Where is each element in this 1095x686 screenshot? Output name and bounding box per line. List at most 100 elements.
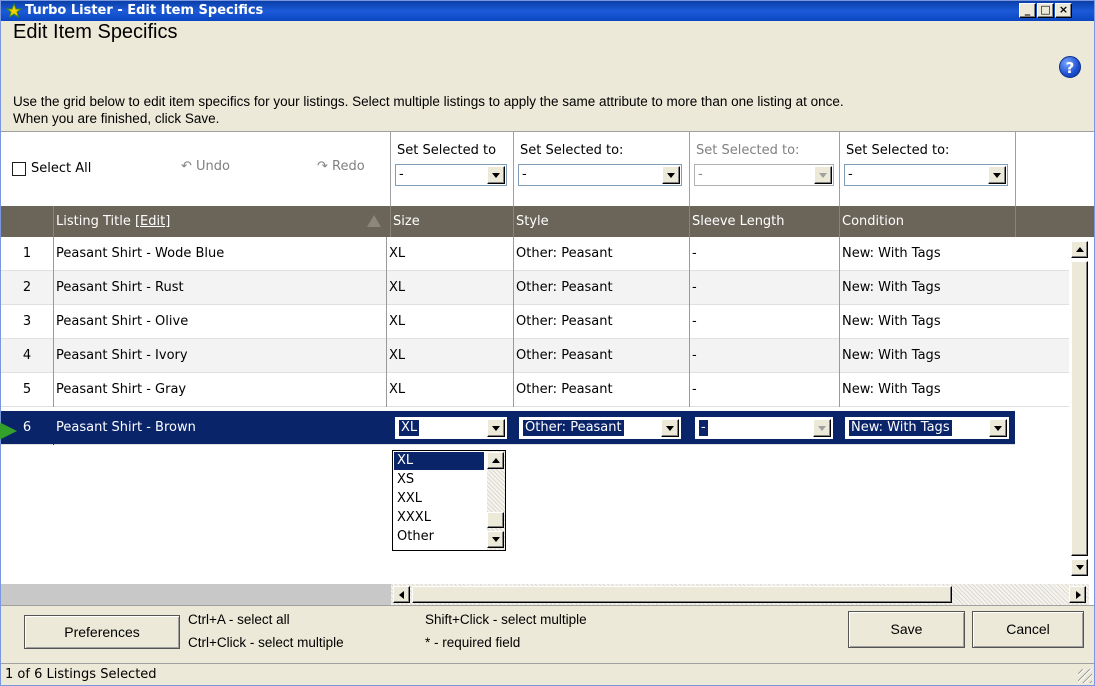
select-all-checkbox[interactable] [12, 162, 26, 176]
set-selected-sleeve: Set Selected to: - [689, 132, 839, 206]
current-row-indicator-icon [0, 422, 17, 440]
condition-cell[interactable]: New: With Tags [839, 305, 941, 339]
column-header-sleeve-length[interactable]: Sleeve Length [689, 206, 839, 237]
listing-title-cell[interactable]: Peasant Shirt - Brown [53, 411, 196, 445]
table-row[interactable]: 5 Peasant Shirt - Gray XL Other: Peasant… [1, 373, 1069, 407]
scroll-left-icon[interactable] [393, 586, 410, 603]
size-option[interactable]: XXL [394, 490, 484, 508]
column-header-title[interactable]: Listing Title [Edit] [53, 206, 390, 237]
condition-cell[interactable]: New: With Tags [839, 373, 941, 407]
sleeve-length-cell[interactable]: - [689, 271, 697, 305]
dropdown-arrow-icon[interactable] [487, 419, 505, 437]
help-icon[interactable]: ? [1059, 56, 1081, 78]
size-options-list[interactable]: XL XS XXL XXXL Other [392, 450, 506, 551]
style-cell[interactable]: Other: Peasant [513, 373, 613, 407]
listing-title-cell[interactable]: Peasant Shirt - Wode Blue [53, 237, 224, 271]
redo-label: Redo [332, 159, 365, 174]
resize-grip-icon[interactable] [1078, 669, 1092, 683]
preferences-button[interactable]: Preferences [24, 615, 180, 649]
size-edit-dropdown[interactable]: XL [395, 417, 507, 439]
required-field-hint: * - required field [425, 635, 521, 650]
column-title-label: Listing Title [56, 214, 131, 229]
redo-button[interactable]: ↷ Redo [317, 159, 365, 174]
set-selected-style-dropdown[interactable]: - [518, 164, 682, 186]
table-row-selected[interactable]: 6 Peasant Shirt - Brown XL Other: Peasan… [1, 411, 1015, 445]
horizontal-scrollbar[interactable] [391, 584, 1089, 606]
select-all-label[interactable]: Select All [31, 161, 91, 176]
cancel-button[interactable]: Cancel [972, 611, 1084, 648]
size-option[interactable]: Other [394, 528, 484, 546]
instructions: Use the grid below to edit item specific… [13, 93, 1053, 127]
horizontal-scroll-thumb[interactable] [412, 586, 952, 603]
dropdown-value: Other: Peasant [523, 420, 624, 436]
undo-button[interactable]: ↶ Undo [181, 159, 230, 174]
column-header-condition[interactable]: Condition [839, 206, 1015, 237]
style-cell[interactable]: Other: Peasant [513, 305, 613, 339]
dropdown-value: XL [399, 420, 420, 436]
listing-title-cell[interactable]: Peasant Shirt - Ivory [53, 339, 188, 373]
vertical-scroll-thumb[interactable] [1071, 261, 1088, 556]
sleeve-length-cell[interactable]: - [689, 373, 697, 407]
column-header-style[interactable]: Style [513, 206, 689, 237]
table-row[interactable]: 1 Peasant Shirt - Wode Blue XL Other: Pe… [1, 237, 1069, 271]
style-cell[interactable]: Other: Peasant [513, 237, 613, 271]
dropdown-arrow-icon[interactable] [487, 166, 505, 184]
dropdown-arrow-icon[interactable] [989, 419, 1007, 437]
sleeve-length-cell[interactable]: - [689, 237, 697, 271]
close-button[interactable]: × [1055, 3, 1072, 18]
scroll-down-icon[interactable] [1071, 559, 1088, 576]
style-edit-dropdown[interactable]: Other: Peasant [519, 417, 681, 439]
scroll-up-icon[interactable] [1071, 241, 1088, 258]
condition-cell[interactable]: New: With Tags [839, 339, 941, 373]
column-header-size[interactable]: Size [390, 206, 513, 237]
set-selected-condition-dropdown[interactable]: - [844, 164, 1008, 186]
size-cell[interactable]: XL [386, 271, 405, 305]
style-cell[interactable]: Other: Peasant [513, 271, 613, 305]
set-selected-size-dropdown[interactable]: - [395, 164, 507, 186]
instructions-line-2: When you are finished, click Save. [13, 111, 220, 126]
listing-title-cell[interactable]: Peasant Shirt - Rust [53, 271, 184, 305]
listing-title-cell[interactable]: Peasant Shirt - Gray [53, 373, 186, 407]
edit-title-link[interactable]: [Edit] [135, 214, 170, 229]
condition-cell[interactable]: New: With Tags [839, 271, 941, 305]
sleeve-length-cell[interactable]: - [689, 339, 697, 373]
row-number: 5 [22, 382, 32, 397]
dropdown-value: - [522, 167, 527, 182]
vertical-scrollbar[interactable] [1069, 237, 1089, 584]
size-option[interactable]: XL [394, 452, 484, 470]
column-header-row: Listing Title [Edit] Size Style Sleeve L… [1, 206, 1094, 237]
grid-toolbar: Select All ↶ Undo ↷ Redo Set Selected to… [1, 132, 1094, 206]
title-bar[interactable]: Turbo Lister - Edit Item Specifics _ □ × [1, 1, 1094, 21]
condition-edit-dropdown[interactable]: New: With Tags [845, 417, 1009, 439]
size-cell[interactable]: XL [386, 339, 405, 373]
size-cell[interactable]: XL [386, 237, 405, 271]
set-selected-label: Set Selected to: [846, 143, 950, 158]
save-button[interactable]: Save [848, 611, 965, 648]
table-row[interactable]: 2 Peasant Shirt - Rust XL Other: Peasant… [1, 271, 1069, 305]
sort-ascending-icon [367, 215, 381, 227]
table-row[interactable]: 3 Peasant Shirt - Olive XL Other: Peasan… [1, 305, 1069, 339]
scroll-up-icon[interactable] [487, 452, 504, 469]
dropdown-arrow-icon[interactable] [661, 419, 679, 437]
size-option[interactable]: XXXL [394, 509, 484, 527]
scroll-down-icon[interactable] [487, 531, 504, 548]
size-option[interactable]: XS [394, 471, 484, 489]
size-cell[interactable]: XL [386, 373, 405, 407]
minimize-button[interactable]: _ [1019, 3, 1036, 18]
maximize-button[interactable]: □ [1037, 3, 1054, 18]
listing-title-cell[interactable]: Peasant Shirt - Olive [53, 305, 188, 339]
dropdown-arrow-icon[interactable] [662, 166, 680, 184]
scroll-right-icon[interactable] [1069, 586, 1086, 603]
dropdown-arrow-icon[interactable] [988, 166, 1006, 184]
style-cell[interactable]: Other: Peasant [513, 339, 613, 373]
divider [1015, 132, 1016, 206]
dropdown-value: New: With Tags [849, 420, 952, 436]
sleeve-length-cell[interactable]: - [689, 305, 697, 339]
dropdown-scroll-thumb[interactable] [487, 512, 504, 528]
column-header-filler [1015, 206, 1094, 237]
set-selected-label: Set Selected to: [520, 143, 624, 158]
window-title: Turbo Lister - Edit Item Specifics [25, 3, 264, 18]
table-row[interactable]: 4 Peasant Shirt - Ivory XL Other: Peasan… [1, 339, 1069, 373]
condition-cell[interactable]: New: With Tags [839, 237, 941, 271]
size-cell[interactable]: XL [386, 305, 405, 339]
